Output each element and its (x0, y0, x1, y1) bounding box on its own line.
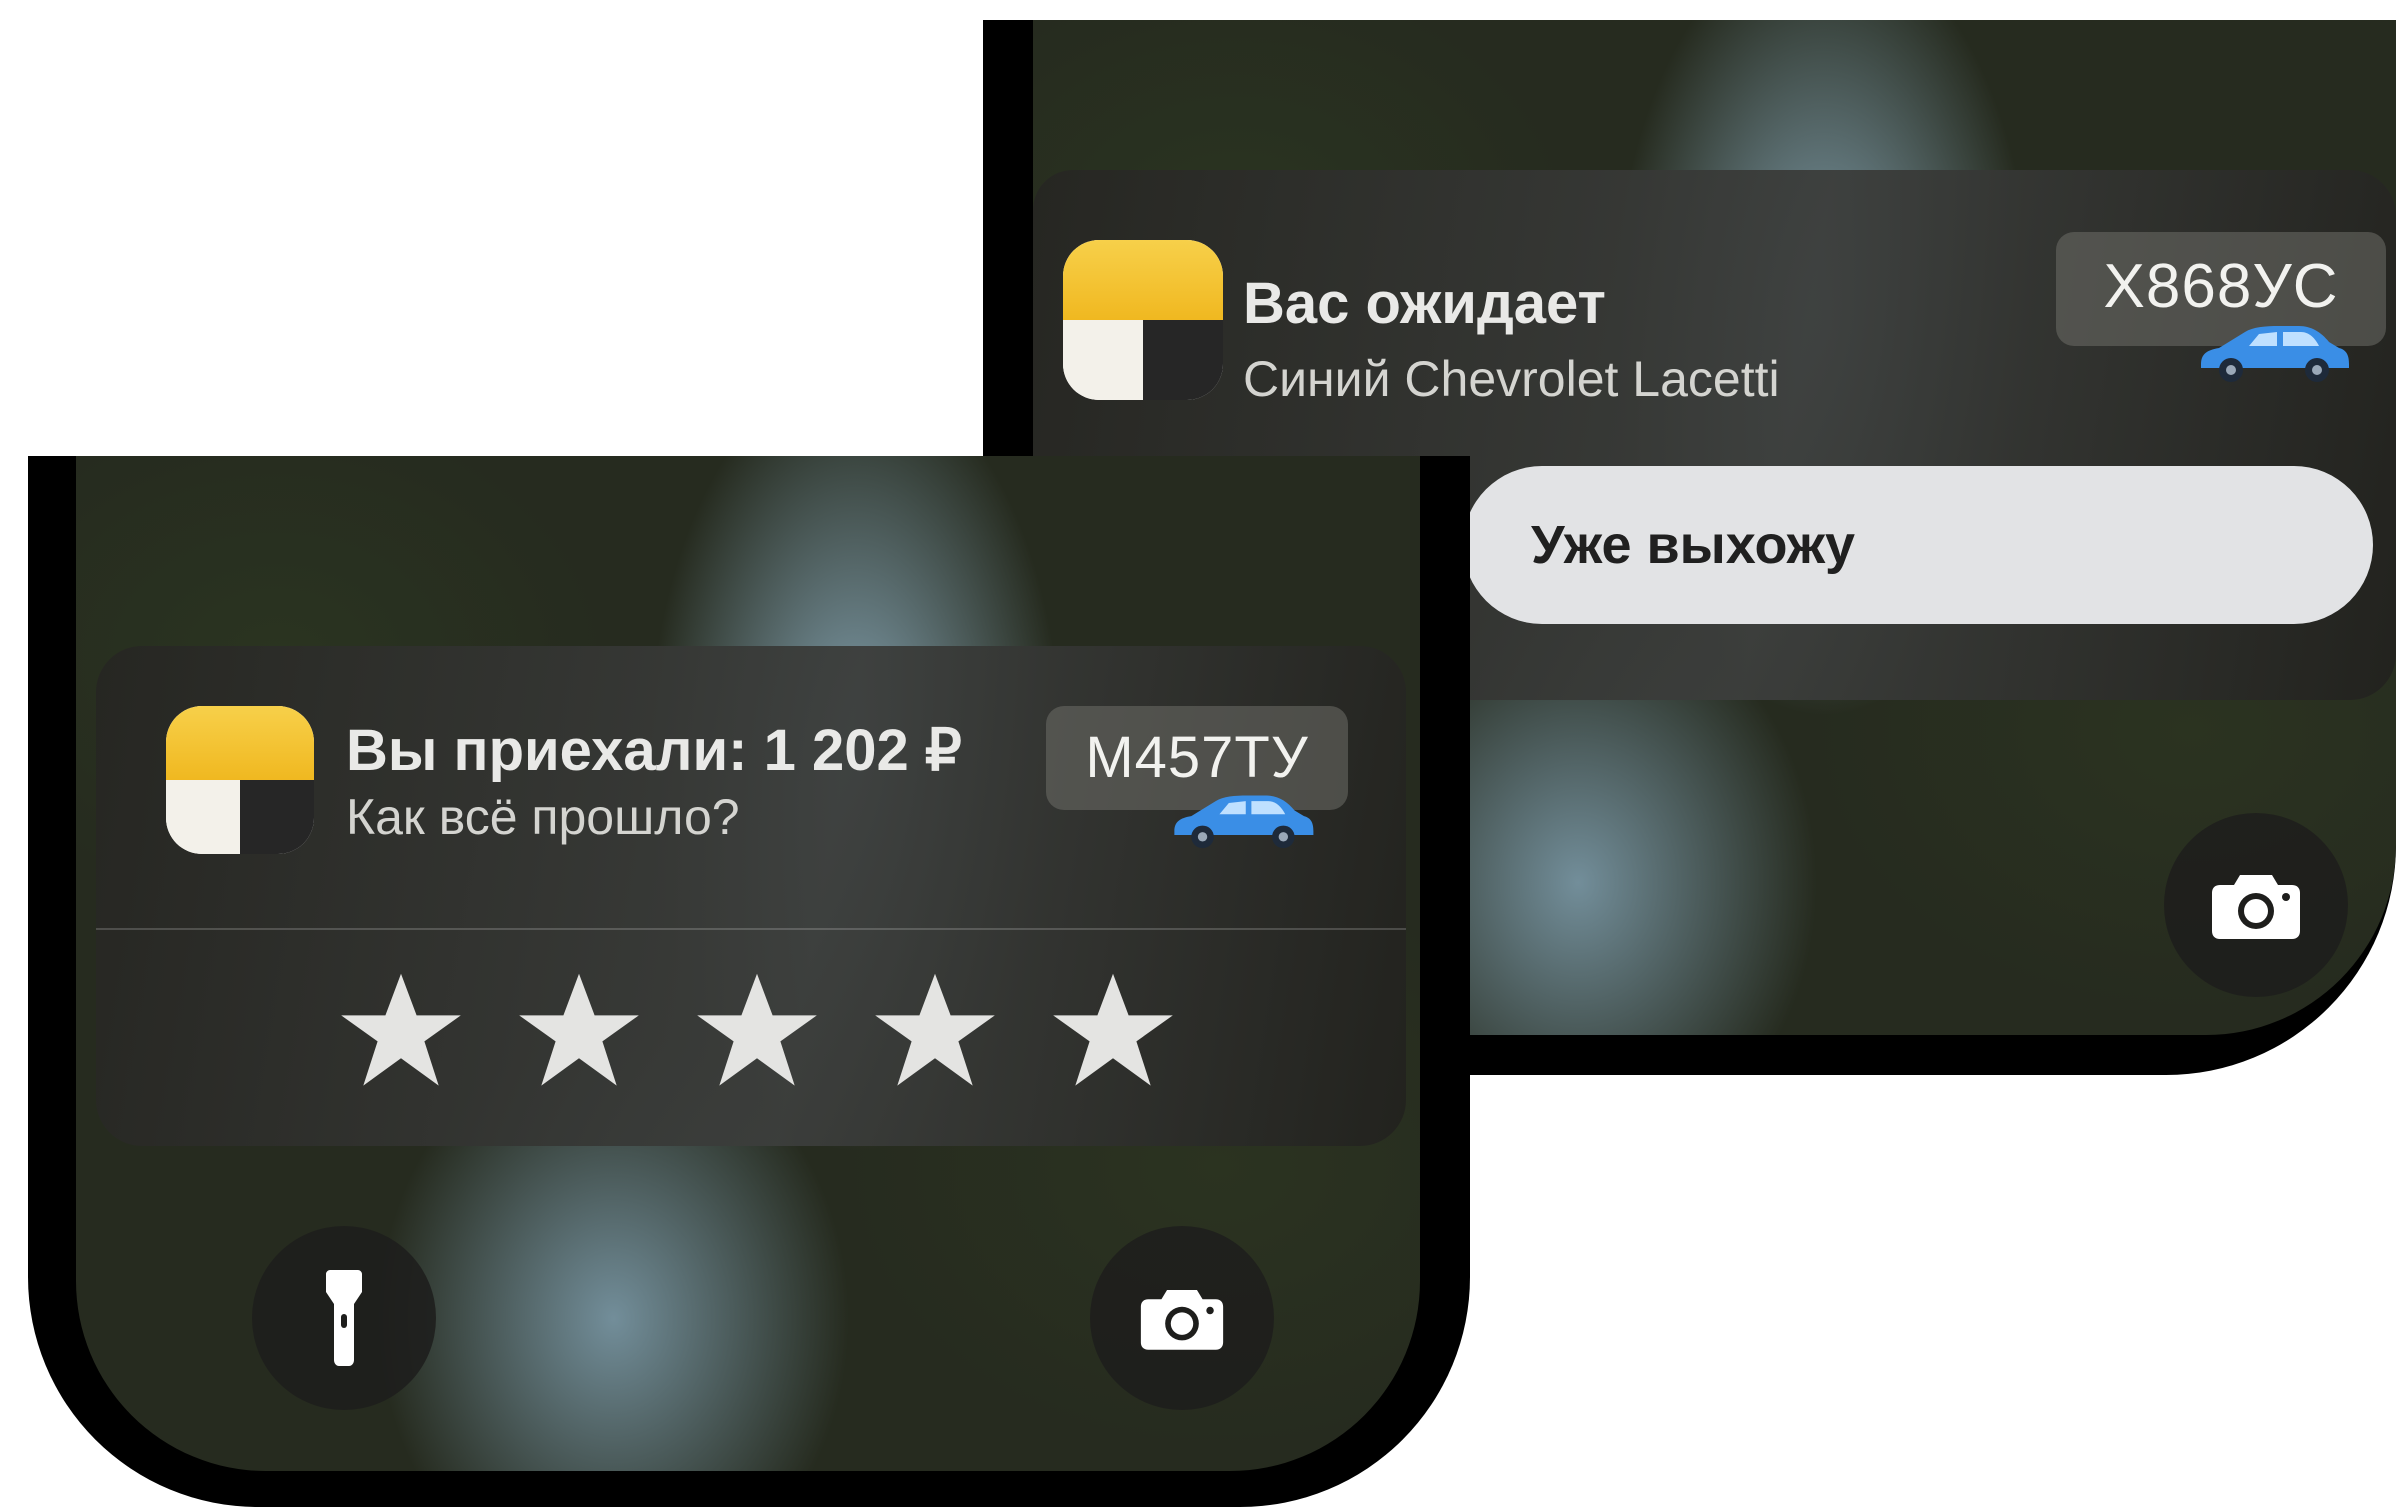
star-icon[interactable] (692, 966, 822, 1096)
coming-out-button[interactable]: Уже выхожу (1463, 466, 2373, 624)
lock-screen-composition: Вас ожидает Синий Chevrolet Lacetti Х868… (0, 0, 2396, 1507)
notification-title: Вы приехали: 1 202 ₽ (346, 718, 962, 783)
taxi-app-icon (166, 706, 314, 854)
camera-icon (1140, 1289, 1224, 1350)
flashlight-button[interactable] (252, 1226, 436, 1410)
blue-car-icon (2201, 326, 2349, 382)
camera-icon (2212, 875, 2300, 939)
lock-screen-wallpaper-front: Вы приехали: 1 202 ₽ Как всё прошло? М45… (76, 456, 1420, 1471)
star-icon[interactable] (870, 966, 1000, 1096)
taxi-app-icon (1063, 240, 1223, 400)
rating-stars[interactable] (336, 966, 1178, 1096)
notification-subtitle: Как всё прошло? (346, 789, 740, 845)
flashlight-icon (326, 1270, 362, 1366)
card-divider (96, 928, 1406, 930)
star-icon[interactable] (336, 966, 466, 1096)
blue-car-icon (1174, 795, 1314, 849)
phone-frame-front: Вы приехали: 1 202 ₽ Как всё прошло? М45… (28, 456, 1470, 1507)
camera-button[interactable] (1090, 1226, 1274, 1410)
notification-subtitle: Синий Chevrolet Lacetti (1243, 351, 1780, 407)
star-icon[interactable] (1048, 966, 1178, 1096)
star-icon[interactable] (514, 966, 644, 1096)
camera-button[interactable] (2164, 813, 2348, 997)
live-activity-card-arrived[interactable]: Вы приехали: 1 202 ₽ Как всё прошло? М45… (96, 646, 1406, 1146)
notification-title: Вас ожидает (1243, 271, 1606, 336)
